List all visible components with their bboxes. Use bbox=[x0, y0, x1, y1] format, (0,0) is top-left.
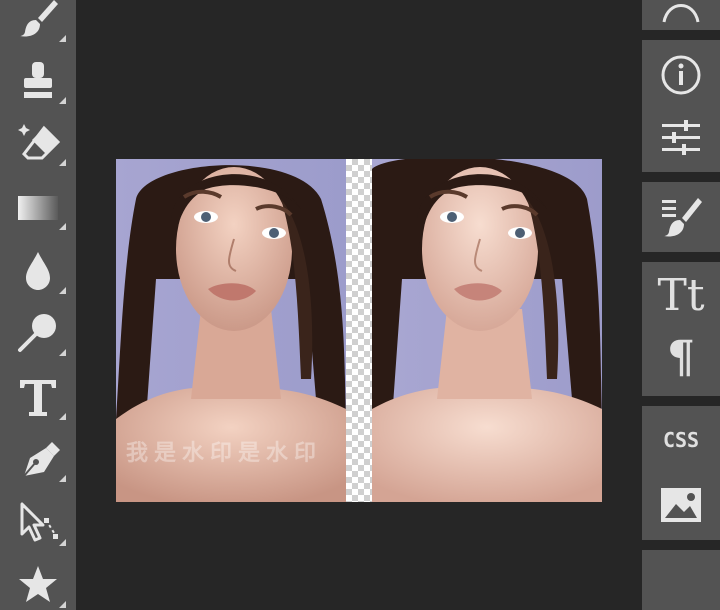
history-panel-button[interactable] bbox=[656, 0, 706, 30]
star-icon bbox=[19, 566, 57, 602]
transparency-checkerboard bbox=[346, 159, 372, 502]
drop-icon bbox=[26, 252, 50, 290]
gradient-icon bbox=[18, 196, 58, 220]
submenu-indicator bbox=[59, 349, 66, 356]
arch-icon bbox=[662, 4, 700, 23]
portrait-after-image bbox=[372, 159, 602, 502]
panel-group-brush bbox=[642, 182, 720, 252]
gradient-tool[interactable] bbox=[12, 182, 68, 232]
brush-settings-icon bbox=[662, 198, 702, 237]
submenu-indicator bbox=[59, 287, 66, 294]
eraser-icon bbox=[18, 124, 60, 160]
info-panel-button[interactable] bbox=[656, 50, 706, 100]
submenu-indicator bbox=[59, 601, 66, 608]
paragraph-panel-button[interactable]: ¶ bbox=[642, 332, 720, 384]
submenu-indicator bbox=[59, 35, 66, 42]
sliders-icon bbox=[662, 120, 700, 155]
panel-group-type: Tt ¶ bbox=[642, 262, 720, 396]
stamp-icon bbox=[24, 62, 52, 98]
character-panel-button[interactable]: Tt bbox=[642, 270, 720, 322]
clone-stamp-tool[interactable] bbox=[12, 56, 68, 106]
submenu-indicator bbox=[59, 97, 66, 104]
adjustments-panel-button[interactable] bbox=[656, 112, 706, 162]
panel-group-bottom bbox=[642, 550, 720, 610]
css-panel-button[interactable]: CSS bbox=[642, 426, 720, 454]
left-toolbar bbox=[0, 0, 76, 610]
submenu-indicator bbox=[59, 539, 66, 546]
panel-group-export: CSS bbox=[642, 406, 720, 540]
canvas-area[interactable]: 我是水印是水印 bbox=[76, 0, 642, 610]
dodge-icon bbox=[18, 314, 56, 352]
submenu-indicator bbox=[59, 413, 66, 420]
type-icon bbox=[20, 380, 56, 416]
magic-eraser-tool[interactable] bbox=[12, 118, 68, 168]
submenu-indicator bbox=[59, 475, 66, 482]
brush-icon bbox=[20, 0, 58, 37]
image-panel-button[interactable] bbox=[656, 480, 706, 530]
blur-tool[interactable] bbox=[12, 246, 68, 296]
direct-selection-tool[interactable] bbox=[12, 498, 68, 548]
panel-group-info bbox=[642, 40, 720, 172]
document-canvas[interactable]: 我是水印是水印 bbox=[116, 159, 602, 502]
brush-tool[interactable] bbox=[12, 0, 68, 44]
panel-group-top bbox=[642, 0, 720, 30]
pen-icon bbox=[23, 442, 60, 477]
dodge-tool[interactable] bbox=[12, 308, 68, 358]
direct-select-icon bbox=[20, 502, 58, 542]
brush-settings-button[interactable] bbox=[656, 192, 706, 242]
custom-shape-tool[interactable] bbox=[12, 560, 68, 610]
type-tool[interactable] bbox=[12, 372, 68, 422]
submenu-indicator bbox=[59, 159, 66, 166]
info-icon bbox=[661, 55, 701, 95]
right-panel: Tt ¶ CSS bbox=[642, 0, 720, 610]
pen-tool[interactable] bbox=[12, 434, 68, 484]
submenu-indicator bbox=[59, 223, 66, 230]
image-icon bbox=[661, 488, 701, 522]
watermark-text: 我是水印是水印 bbox=[126, 441, 323, 466]
